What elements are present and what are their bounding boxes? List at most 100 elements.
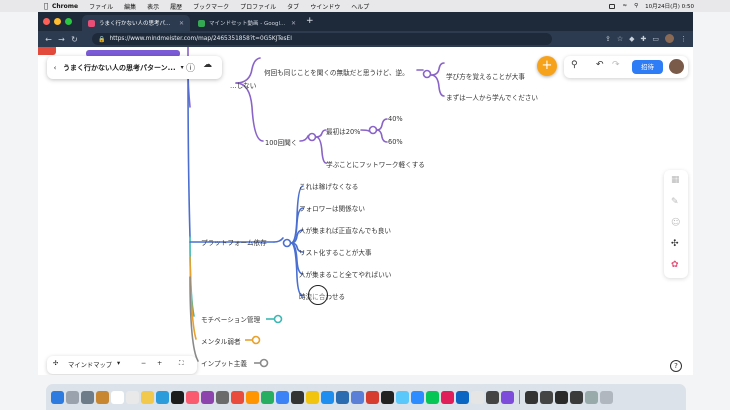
downloads-folder-icon[interactable] (585, 390, 598, 404)
node-motivation[interactable]: モチベーション管理 (201, 314, 260, 324)
node-mental[interactable]: メンタル弱者 (201, 336, 241, 346)
node-followers[interactable]: フォロワーは関係ない (299, 203, 365, 213)
bookmark-star-icon[interactable]: ☆ (617, 35, 623, 43)
chrome-menu-icon[interactable]: ⋮ (680, 35, 687, 43)
close-tab-icon[interactable]: ✕ (179, 20, 184, 27)
profile-avatar[interactable] (665, 34, 674, 43)
node-list[interactable]: リスト化することが大事 (299, 247, 372, 257)
video-app-icon[interactable] (486, 390, 499, 404)
todoist-app-icon[interactable] (366, 390, 379, 404)
safari-app-icon[interactable] (351, 390, 364, 404)
font-app-icon[interactable] (381, 390, 394, 404)
numbers-app-icon[interactable] (261, 390, 274, 404)
fit-screen-icon[interactable]: ⛶ (179, 360, 183, 368)
calendar-app-icon[interactable] (111, 390, 124, 404)
node-input[interactable]: インプット主義 (201, 358, 247, 368)
menu-item-window[interactable]: ウインドウ (310, 2, 340, 11)
pages-app-icon[interactable] (246, 390, 259, 404)
zoom-in-button[interactable]: + (157, 360, 162, 367)
new-tab-icon[interactable]: + (306, 16, 314, 26)
menu-item-profile[interactable]: プロファイル (240, 2, 276, 11)
node-platform[interactable]: プラットフォーム依存 (201, 237, 267, 247)
menu-item-bookmarks[interactable]: ブックマーク (193, 2, 229, 11)
podcasts-app-icon[interactable] (201, 390, 214, 404)
menu-item-history[interactable]: 履歴 (170, 2, 182, 11)
chrome-app-icon[interactable] (231, 390, 244, 404)
word-app-icon[interactable] (456, 390, 469, 404)
share-button[interactable]: 招待 (632, 60, 663, 74)
node-gather[interactable]: 人が集まれば正直なんでも良い (299, 225, 391, 235)
view-mode-select[interactable]: マインドマップ (68, 360, 112, 369)
node-60-percent[interactable]: 60% (388, 138, 403, 146)
chevron-down-icon[interactable]: ▾ (181, 64, 184, 71)
menu-item-help[interactable]: ヘルプ (351, 2, 369, 11)
redo-icon[interactable]: ↷ (612, 60, 620, 70)
keynote-app-icon[interactable] (276, 390, 289, 404)
tab-drive[interactable]: マインドセット動画 - Google ドライブ ✕ (192, 15, 302, 31)
status-icon[interactable] (609, 3, 616, 9)
recent-window-thumbnail[interactable] (570, 390, 583, 404)
tab-mindmap[interactable]: うまく行かない人の思考パターン ✕ (82, 15, 190, 31)
xcode-app-icon[interactable] (336, 390, 349, 404)
zoom-out-button[interactable]: − (141, 360, 146, 367)
node-repeat-question[interactable]: 何回も同じことを聞くの無駄だと思うけど、逆。 (264, 67, 409, 77)
undo-icon[interactable]: ↶ (596, 60, 604, 70)
color-palette-icon[interactable]: ✿ (671, 260, 679, 270)
notes-app-icon[interactable] (96, 390, 109, 404)
terminal-app-icon[interactable] (291, 390, 304, 404)
screenshot-app-icon[interactable] (216, 390, 229, 404)
slack-app-icon[interactable] (441, 390, 454, 404)
layout-icon[interactable]: ▦ (671, 175, 680, 185)
node-all[interactable]: 人が集まること全てやればいい (299, 269, 391, 279)
trash-icon[interactable] (600, 390, 613, 404)
menubar-clock[interactable]: 10月24日(月) 0:50 (645, 2, 694, 10)
sidepanel-icon[interactable]: ▭ (652, 35, 659, 43)
reload-icon[interactable]: ↻ (68, 35, 81, 44)
line-app-icon[interactable] (426, 390, 439, 404)
node-footwork[interactable]: 学ぶことにフットワーク軽くする (326, 159, 425, 169)
tv-app-icon[interactable] (171, 390, 184, 404)
node-not-earn[interactable]: これは稼げなくなる (299, 181, 358, 191)
cloud-upload-icon[interactable]: ☁ (203, 60, 212, 70)
photos-app-icon[interactable] (141, 390, 154, 404)
recent-window-thumbnail[interactable] (555, 390, 568, 404)
mindmap-structure-icon[interactable]: ✣ (671, 239, 679, 249)
user-avatar[interactable] (669, 59, 684, 74)
zoom-window-button[interactable] (65, 18, 72, 25)
emoji-icon[interactable]: ☺ (671, 218, 680, 228)
music-app-icon[interactable] (186, 390, 199, 404)
map-title[interactable]: うまく行かない人の思考パターン... (63, 63, 176, 73)
search-icon[interactable]: ⚲ (571, 60, 578, 70)
mail-app-icon[interactable] (156, 390, 169, 404)
close-tab-icon[interactable]: ✕ (291, 20, 296, 27)
help-button[interactable]: ? (670, 360, 682, 372)
app-store-app-icon[interactable] (321, 390, 334, 404)
node-100-times[interactable]: 100回聞く (265, 137, 297, 147)
node-40-percent[interactable]: 40% (388, 115, 403, 123)
node-alone[interactable]: まずは一人から学んでください (446, 92, 538, 102)
wifi-icon[interactable]: ≈ (622, 3, 627, 9)
system-settings-app-icon[interactable] (81, 390, 94, 404)
share-page-icon[interactable]: ⇪ (605, 35, 611, 43)
node-first-20[interactable]: 最初は20% (326, 126, 360, 136)
extension-icon[interactable]: ◆ (629, 35, 634, 43)
apple-icon[interactable]:  (40, 2, 52, 10)
style-icon[interactable]: ✎ (671, 197, 679, 207)
launchpad-app-icon[interactable] (66, 390, 79, 404)
menu-item-tab[interactable]: タブ (287, 2, 299, 11)
node-learn-way[interactable]: 学び方を覚えることが大事 (446, 71, 525, 81)
textedit-app-icon[interactable] (471, 390, 484, 404)
extensions-puzzle-icon[interactable]: ✚ (641, 35, 647, 43)
info-icon[interactable]: ⓘ (186, 61, 195, 74)
contacts-app-icon[interactable] (126, 390, 139, 404)
menu-item-view[interactable]: 表示 (147, 2, 159, 11)
finder-app-icon[interactable] (51, 390, 64, 404)
mindmap-canvas[interactable]: …しない 何回も同じことを聞くの無駄だと思うけど、逆。 学び方を覚えることが大事… (38, 47, 693, 375)
notification-badge[interactable] (38, 47, 56, 55)
forward-icon[interactable]: → (55, 35, 68, 44)
recent-window-thumbnail[interactable] (540, 390, 553, 404)
map-title-card[interactable]: ‹ うまく行かない人の思考パターン... ▾ (47, 56, 222, 79)
close-window-button[interactable] (43, 18, 50, 25)
recent-window-thumbnail[interactable] (525, 390, 538, 404)
back-chevron-icon[interactable]: ‹ (47, 64, 63, 72)
